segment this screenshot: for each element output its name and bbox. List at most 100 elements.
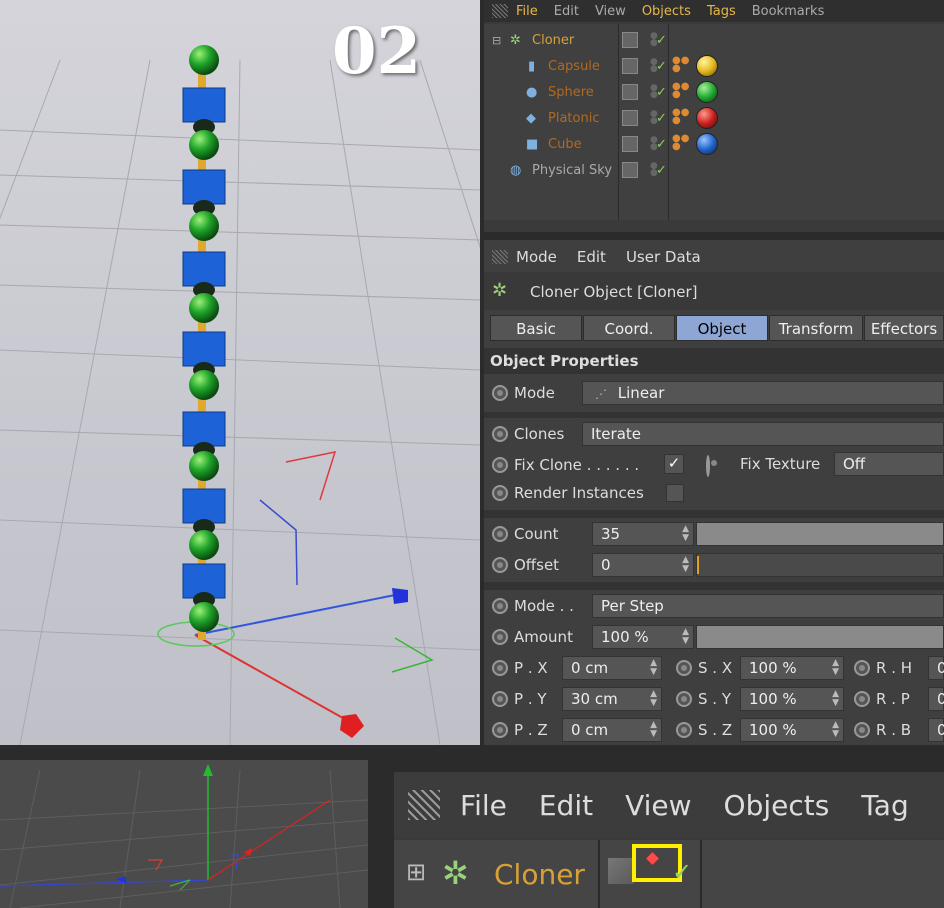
mode-dropdown[interactable]: ⋰ Linear xyxy=(582,381,944,405)
menu-objects[interactable]: Objects xyxy=(642,4,691,19)
spinner-icon[interactable]: ▲ ▼ xyxy=(650,659,657,677)
transform-r-input[interactable]: 0 xyxy=(928,656,944,680)
spinner-icon[interactable]: ▲ ▼ xyxy=(832,659,839,677)
zoomed-object-name[interactable]: Cloner xyxy=(494,858,585,891)
animate-radio-icon[interactable] xyxy=(492,426,508,442)
zoomed-object-row[interactable]: ⊞ ✲ Cloner ✓ xyxy=(394,840,944,908)
transform-p-input[interactable]: 30 cm ▲ ▼ xyxy=(562,687,662,711)
spinner-icon[interactable]: ▲ ▼ xyxy=(682,525,689,543)
animate-radio-icon[interactable] xyxy=(492,485,508,501)
animate-radio-icon[interactable] xyxy=(492,629,508,645)
enabled-check-icon[interactable]: ✓ xyxy=(672,858,692,886)
zoom-menu-tags[interactable]: Tag xyxy=(861,789,908,822)
animate-radio-icon[interactable] xyxy=(854,691,870,707)
animate-radio-icon[interactable] xyxy=(492,660,508,676)
panel-grip-icon[interactable] xyxy=(408,790,440,820)
menu-view[interactable]: View xyxy=(595,4,626,19)
object-row-platonic[interactable]: ◆ Platonic ● ● ✓ ●● ● xyxy=(484,106,944,130)
object-row-cube[interactable]: ■ Cube ● ● ✓ ●● ● xyxy=(484,132,944,156)
transform-s-input[interactable]: 100 % ▲ ▼ xyxy=(740,656,844,680)
animate-radio-icon[interactable] xyxy=(492,385,508,401)
spinner-icon[interactable]: ▲ ▼ xyxy=(650,690,657,708)
menu-bookmarks[interactable]: Bookmarks xyxy=(752,4,825,19)
object-row-sphere[interactable]: ● Sphere ● ● ✓ ●● ● xyxy=(484,80,944,104)
menu-edit[interactable]: Edit xyxy=(577,248,606,266)
texture-tag-icon[interactable]: ●● ● xyxy=(672,82,690,101)
tree-expand-icon[interactable]: ⊞ xyxy=(406,858,426,886)
menu-tags[interactable]: Tags xyxy=(707,4,736,19)
zoom-menu-edit[interactable]: Edit xyxy=(539,789,593,822)
object-name-cloner[interactable]: Cloner xyxy=(532,33,574,48)
animate-radio-icon[interactable] xyxy=(676,660,692,676)
amount-slider[interactable] xyxy=(696,625,944,649)
render-instances-checkbox[interactable] xyxy=(666,484,684,502)
spinner-icon[interactable]: ▲ ▼ xyxy=(832,690,839,708)
layer-icon[interactable] xyxy=(622,136,638,152)
menu-file[interactable]: File xyxy=(516,4,538,19)
transform-r-input[interactable]: 0 xyxy=(928,718,944,742)
offset-input[interactable]: 0 ▲ ▼ xyxy=(592,553,694,577)
tab-coord[interactable]: Coord. xyxy=(583,315,675,341)
texture-tag-icon[interactable]: ●● ● xyxy=(672,56,690,75)
enabled-check-icon[interactable]: ✓ xyxy=(656,137,667,152)
panel-grip-icon[interactable] xyxy=(492,250,508,264)
enabled-check-icon[interactable]: ✓ xyxy=(656,111,667,126)
offset-slider[interactable] xyxy=(696,553,944,577)
spinner-icon[interactable]: ▲ ▼ xyxy=(682,628,689,646)
step-mode-dropdown[interactable]: Per Step xyxy=(592,594,944,618)
animate-radio-icon[interactable] xyxy=(676,691,692,707)
tab-effectors[interactable]: Effectors xyxy=(864,315,944,341)
tab-transform[interactable]: Transform xyxy=(769,315,863,341)
animate-radio-icon[interactable] xyxy=(492,722,508,738)
object-name-cube[interactable]: Cube xyxy=(548,137,582,152)
object-name-physical-sky[interactable]: Physical Sky xyxy=(532,163,612,178)
menu-user-data[interactable]: User Data xyxy=(626,248,701,266)
layer-icon[interactable] xyxy=(622,110,638,126)
transform-s-input[interactable]: 100 % ▲ ▼ xyxy=(740,687,844,711)
animate-radio-icon[interactable] xyxy=(676,722,692,738)
count-input[interactable]: 35 ▲ ▼ xyxy=(592,522,694,546)
enabled-check-icon[interactable]: ✓ xyxy=(656,59,667,74)
object-row-capsule[interactable]: ▮ Capsule ● ● ✓ ●● ● xyxy=(484,54,944,78)
panel-grip-icon[interactable] xyxy=(492,4,508,18)
material-ball-yellow[interactable] xyxy=(696,55,718,77)
zoom-menu-objects[interactable]: Objects xyxy=(724,789,830,822)
tree-expand-icon[interactable]: ⊟ xyxy=(492,34,501,47)
fix-clone-checkbox[interactable]: ✓ xyxy=(664,454,684,474)
tab-basic[interactable]: Basic xyxy=(490,315,582,341)
animate-radio-icon[interactable] xyxy=(854,722,870,738)
menu-edit[interactable]: Edit xyxy=(554,4,579,19)
amount-input[interactable]: 100 % ▲ ▼ xyxy=(592,625,694,649)
zoom-menu-view[interactable]: View xyxy=(625,789,691,822)
3d-viewport[interactable]: 02 xyxy=(0,0,480,745)
layer-icon[interactable] xyxy=(622,84,638,100)
count-slider[interactable] xyxy=(696,522,944,546)
animate-radio-icon[interactable] xyxy=(492,557,508,573)
animate-radio-icon[interactable] xyxy=(492,457,508,473)
enabled-check-icon[interactable]: ✓ xyxy=(656,85,667,100)
layer-icon[interactable] xyxy=(622,32,638,48)
object-name-platonic[interactable]: Platonic xyxy=(548,111,599,126)
object-name-sphere[interactable]: Sphere xyxy=(548,85,594,100)
tab-object[interactable]: Object xyxy=(676,315,768,341)
clones-dropdown[interactable]: Iterate xyxy=(582,422,944,446)
transform-p-input[interactable]: 0 cm ▲ ▼ xyxy=(562,718,662,742)
enabled-check-icon[interactable]: ✓ xyxy=(656,163,667,178)
layer-icon[interactable] xyxy=(622,162,638,178)
menu-mode[interactable]: Mode xyxy=(516,248,557,266)
object-row-cloner[interactable]: ⊟ ✲ Cloner ● ● ✓ xyxy=(484,28,944,52)
transform-s-input[interactable]: 100 % ▲ ▼ xyxy=(740,718,844,742)
material-ball-green[interactable] xyxy=(696,81,718,103)
animate-radio-icon[interactable] xyxy=(854,660,870,676)
animate-radio-icon[interactable] xyxy=(492,526,508,542)
transform-r-input[interactable]: 0 xyxy=(928,687,944,711)
transform-p-input[interactable]: 0 cm ▲ ▼ xyxy=(562,656,662,680)
texture-tag-icon[interactable]: ●● ● xyxy=(672,108,690,127)
animate-radio-icon[interactable] xyxy=(492,691,508,707)
layer-icon[interactable] xyxy=(622,58,638,74)
mini-viewport[interactable] xyxy=(0,760,368,908)
spinner-icon[interactable]: ▲ ▼ xyxy=(832,721,839,739)
animate-radio-icon[interactable] xyxy=(706,455,710,477)
animate-radio-icon[interactable] xyxy=(492,598,508,614)
zoom-menu-file[interactable]: File xyxy=(460,789,507,822)
